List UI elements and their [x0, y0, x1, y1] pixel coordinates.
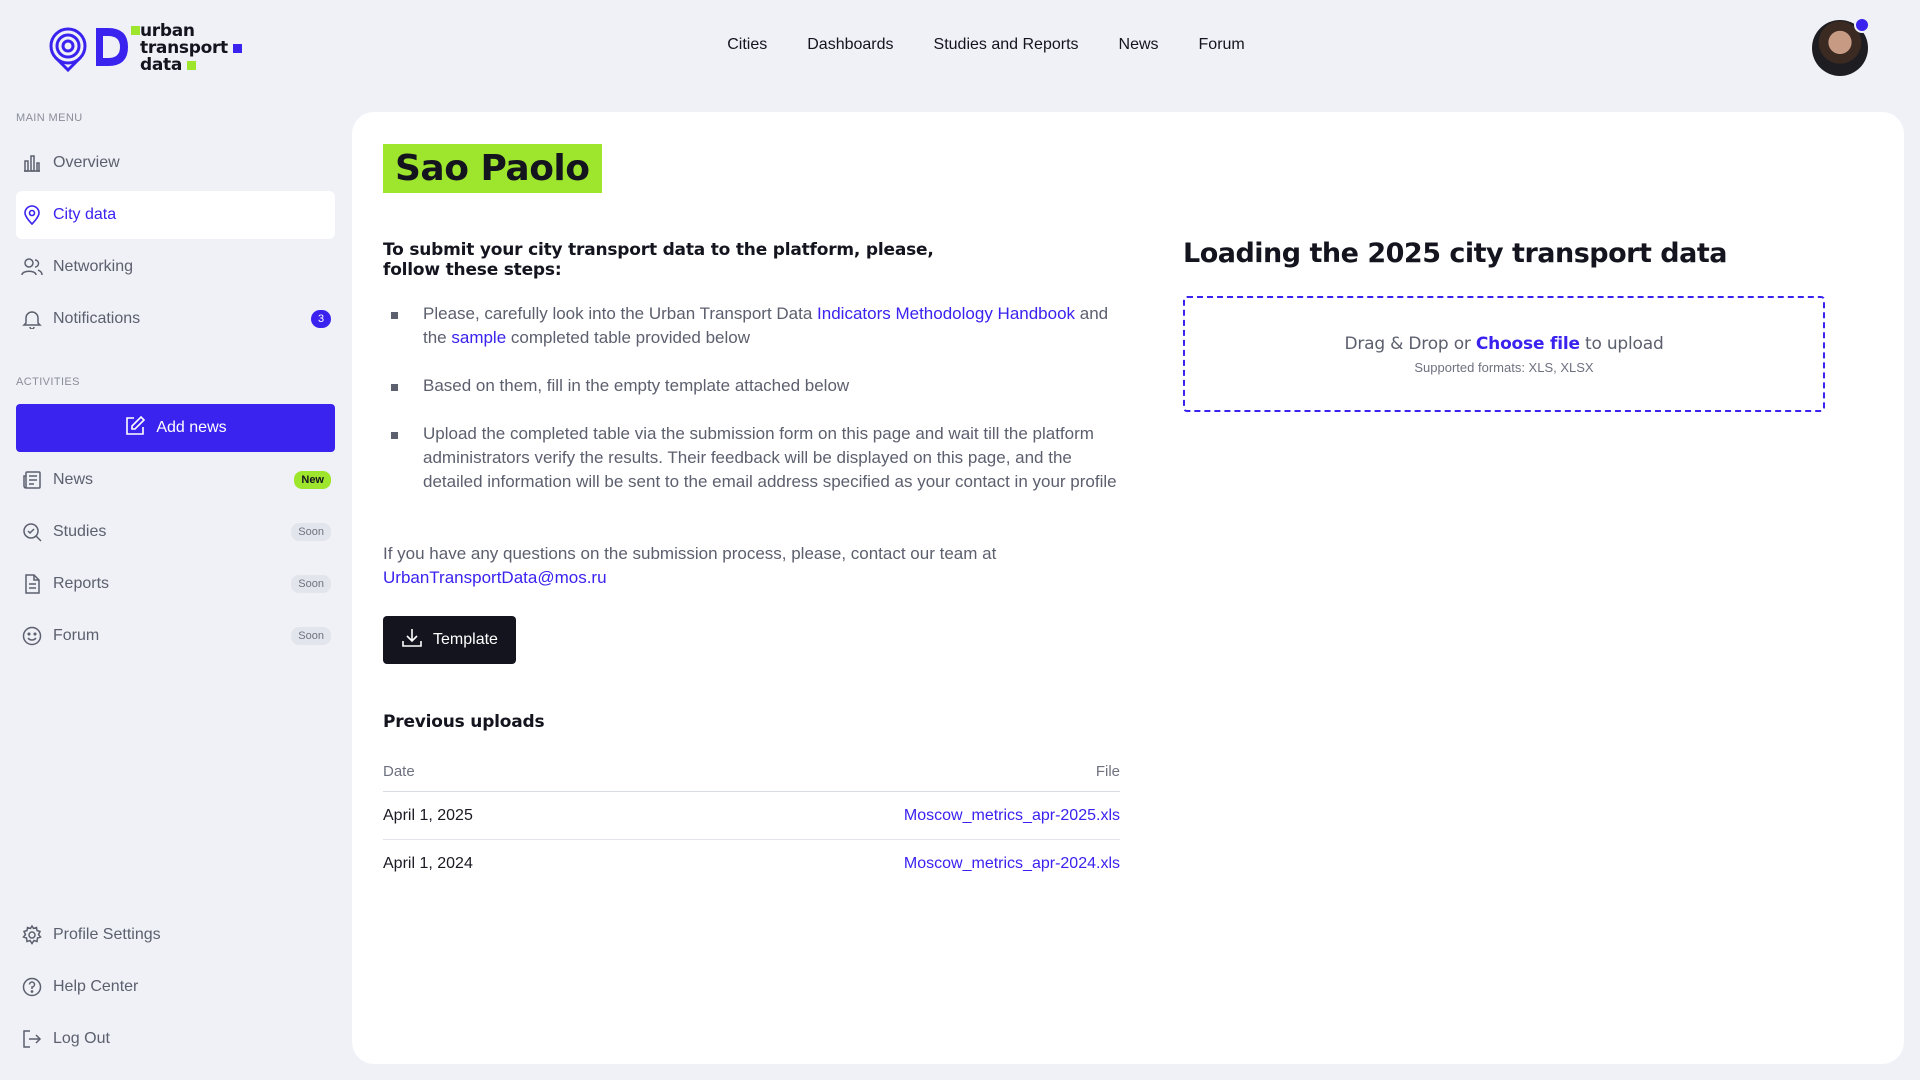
sidebar-item-label: News — [53, 471, 94, 488]
step-item-2: Based on them, fill in the empty templat… — [383, 374, 1123, 398]
sidebar-item-label: Profile Settings — [53, 926, 161, 943]
steps-list: Please, carefully look into the Urban Tr… — [383, 302, 1123, 518]
upload-date: April 1, 2025 — [383, 806, 473, 824]
notification-dot — [1854, 17, 1870, 33]
gear-icon — [21, 924, 43, 946]
sidebar-item-notifications[interactable]: Notifications 3 — [16, 295, 335, 343]
methodology-handbook-link[interactable]: Indicators Methodology Handbook — [817, 304, 1075, 323]
column-header-file: File — [1095, 763, 1120, 780]
topnav-cities[interactable]: Cities — [727, 36, 767, 54]
newspaper-icon — [21, 469, 43, 491]
notifications-count-badge: 3 — [311, 310, 331, 328]
topnav-news[interactable]: News — [1119, 36, 1159, 54]
supported-formats: Supported formats: XLS, XLSX — [1414, 359, 1594, 375]
soon-badge: Soon — [291, 575, 331, 593]
users-icon — [21, 256, 43, 278]
search-check-icon — [21, 521, 43, 543]
upload-file-link[interactable]: Moscow_metrics_apr-2025.xls — [904, 807, 1120, 825]
soon-badge: Soon — [291, 627, 331, 645]
topnav-studies-reports[interactable]: Studies and Reports — [934, 36, 1079, 54]
sidebar-item-label: Studies — [53, 523, 107, 540]
city-title: Sao Paolo — [383, 144, 602, 193]
sidebar-item-label: Networking — [53, 258, 134, 275]
sidebar-item-label: Log Out — [53, 1030, 110, 1047]
sidebar-item-label: City data — [53, 206, 117, 223]
bar-chart-icon — [21, 152, 43, 174]
sidebar-item-networking[interactable]: Networking — [16, 243, 335, 291]
sidebar-item-city-data[interactable]: City data — [16, 191, 335, 239]
template-button-label: Template — [433, 631, 498, 648]
download-icon — [401, 627, 423, 654]
step-item-1: Please, carefully look into the Urban Tr… — [383, 302, 1123, 350]
activities-label: ACTIVITIES — [16, 376, 80, 388]
upload-date: April 1, 2024 — [383, 855, 473, 872]
sidebar-item-label: Forum — [53, 627, 100, 644]
table-row: April 1, 2024 Moscow_metrics_apr-2024.xl… — [383, 840, 1120, 888]
step-item-3: Upload the completed table via the submi… — [383, 422, 1123, 494]
steps-heading: To submit your city transport data to th… — [383, 240, 934, 280]
file-dropzone[interactable]: Drag & Drop or Choose file to upload Sup… — [1183, 296, 1825, 412]
previous-uploads-table: Date File April 1, 2025 Moscow_metrics_a… — [383, 752, 1120, 888]
contact-text: If you have any questions on the submiss… — [383, 544, 997, 587]
sidebar: MAIN MENU Overview City data Networking … — [16, 0, 336, 1080]
sidebar-item-label: Overview — [53, 154, 120, 171]
upload-title: Loading the 2025 city transport data — [1183, 238, 1727, 269]
sidebar-item-label: Reports — [53, 575, 110, 592]
sidebar-item-studies[interactable]: Studies Soon — [16, 508, 335, 556]
template-download-button[interactable]: Template — [383, 616, 516, 664]
dropzone-text: Drag & Drop or Choose file to upload — [1344, 333, 1664, 354]
bell-icon — [21, 308, 43, 330]
add-news-label: Add news — [156, 419, 227, 436]
table-header-row: Date File — [383, 752, 1120, 792]
sample-link[interactable]: sample — [451, 328, 506, 347]
logout-icon — [21, 1028, 43, 1050]
contact-email-link[interactable]: UrbanTransportData@mos.ru — [383, 568, 607, 587]
add-news-button[interactable]: Add news — [16, 404, 335, 452]
document-icon — [21, 573, 43, 595]
sidebar-item-log-out[interactable]: Log Out — [16, 1015, 335, 1063]
map-pin-icon — [21, 204, 43, 226]
topnav-dashboards[interactable]: Dashboards — [807, 36, 893, 54]
help-circle-icon — [21, 976, 43, 998]
topnav-forum[interactable]: Forum — [1199, 36, 1245, 54]
sidebar-item-news[interactable]: News New — [16, 456, 335, 504]
main-menu-label: MAIN MENU — [16, 112, 83, 124]
sidebar-item-forum[interactable]: Forum Soon — [16, 612, 335, 660]
sidebar-item-reports[interactable]: Reports Soon — [16, 560, 335, 608]
choose-file-link[interactable]: Choose file — [1476, 334, 1580, 354]
sidebar-item-overview[interactable]: Overview — [16, 139, 335, 187]
sidebar-item-help-center[interactable]: Help Center — [16, 963, 335, 1011]
sidebar-item-label: Help Center — [53, 978, 139, 995]
edit-icon — [124, 415, 146, 442]
smile-icon — [21, 625, 43, 647]
soon-badge: Soon — [291, 523, 331, 541]
column-header-date: Date — [383, 763, 415, 780]
upload-file-link[interactable]: Moscow_metrics_apr-2024.xls — [904, 855, 1120, 873]
previous-uploads-heading: Previous uploads — [383, 712, 545, 732]
sidebar-item-label: Notifications — [53, 310, 141, 327]
sidebar-item-profile-settings[interactable]: Profile Settings — [16, 911, 335, 959]
table-row: April 1, 2025 Moscow_metrics_apr-2025.xl… — [383, 792, 1120, 840]
new-badge: New — [294, 471, 331, 489]
